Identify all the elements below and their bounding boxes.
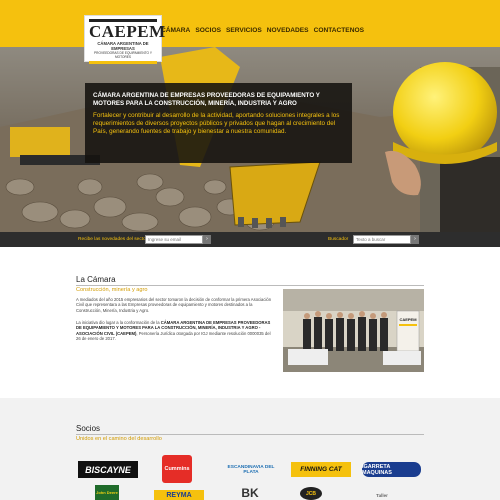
partner-logo-finning[interactable]: FINNING CAT — [291, 462, 351, 477]
hero-message-box: CÁMARA ARGENTINA DE EMPRESAS PROVEEDORAS… — [85, 83, 352, 163]
newsletter-label: Recibe las novedades del sector — [78, 237, 148, 242]
partner-logo-reyma[interactable]: REYMA — [154, 490, 204, 500]
camara-subtitle: Construcción, minería y agro — [76, 287, 148, 293]
nav-novedades[interactable]: NOVEDADES — [267, 27, 309, 34]
partner-logo-biscayne[interactable]: BISCAYNE — [78, 461, 138, 478]
camara-title: La Cámara — [76, 275, 116, 284]
partner-logo-bk[interactable]: BK — [235, 486, 265, 500]
site-logo[interactable]: CAEPEM CÁMARA ARGENTINA DE EMPRESAS PROV… — [84, 15, 166, 64]
socios-subtitle: Unidos en el camino del desarrollo — [76, 436, 162, 442]
partner-logo-jcb[interactable]: JCB — [300, 487, 322, 500]
partner-logo-igarreta[interactable]: IGARRETA MAQUINAS — [362, 462, 421, 477]
camara-p2-intro: La iniciativa dio lugar a la conformació… — [76, 320, 160, 325]
main-nav: LA CÁMARA SOCIOS SERVICIOS NOVEDADES CON… — [151, 27, 364, 34]
camara-paragraph-2: La iniciativa dio lugar a la conformació… — [76, 320, 276, 342]
hero-title: CÁMARA ARGENTINA DE EMPRESAS PROVEEDORAS… — [93, 92, 320, 107]
camara-rule — [76, 285, 424, 286]
search-input[interactable]: Texto a buscar — [353, 235, 411, 244]
partner-logo-escandinavia[interactable]: ESCANDINAVIA DEL PLATA — [222, 462, 280, 478]
nav-servicios[interactable]: SERVICIOS — [226, 27, 262, 34]
newsletter-submit-button[interactable]: › — [203, 235, 211, 244]
search-submit-button[interactable]: › — [411, 235, 419, 244]
camara-group-photo: CAEPEM — [283, 289, 424, 372]
newsletter-search-bar: Recibe las novedades del sector Ingrese … — [0, 232, 500, 247]
socios-rule — [76, 434, 424, 435]
nav-socios[interactable]: SOCIOS — [195, 27, 221, 34]
logo-line-2: PROVEEDORAS DE EQUIPAMIENTO Y MOTORES — [94, 51, 152, 59]
partner-logo-john-deere[interactable]: John Deere — [95, 485, 119, 500]
hero-mission-text: Fortalecer y contribuir al desarrollo de… — [93, 112, 340, 136]
header-bar — [0, 0, 500, 47]
partner-logo-taller[interactable]: Taller — [362, 490, 402, 500]
partner-logo-cummins[interactable]: Cummins — [162, 455, 192, 483]
logo-wordmark: CAEPEM — [89, 22, 166, 41]
logo-bottom-rule — [89, 61, 157, 64]
group-photo-image: CAEPEM — [283, 289, 424, 372]
newsletter-email-input[interactable]: Ingrese su email — [145, 235, 203, 244]
hero-banner: CÁMARA ARGENTINA DE EMPRESAS PROVEEDORAS… — [0, 47, 500, 232]
socios-section — [0, 398, 500, 500]
photo-banner-text: CAEPEM — [399, 317, 417, 322]
nav-contactenos[interactable]: CONTACTENOS — [314, 27, 364, 34]
search-label: Buscador — [328, 237, 349, 242]
camara-paragraph-1: A mediados del año 2015 empresarios del … — [76, 297, 272, 313]
logo-line-1: CÁMARA ARGENTINA DE EMPRESAS — [97, 41, 149, 51]
socios-title: Socios — [76, 424, 101, 433]
